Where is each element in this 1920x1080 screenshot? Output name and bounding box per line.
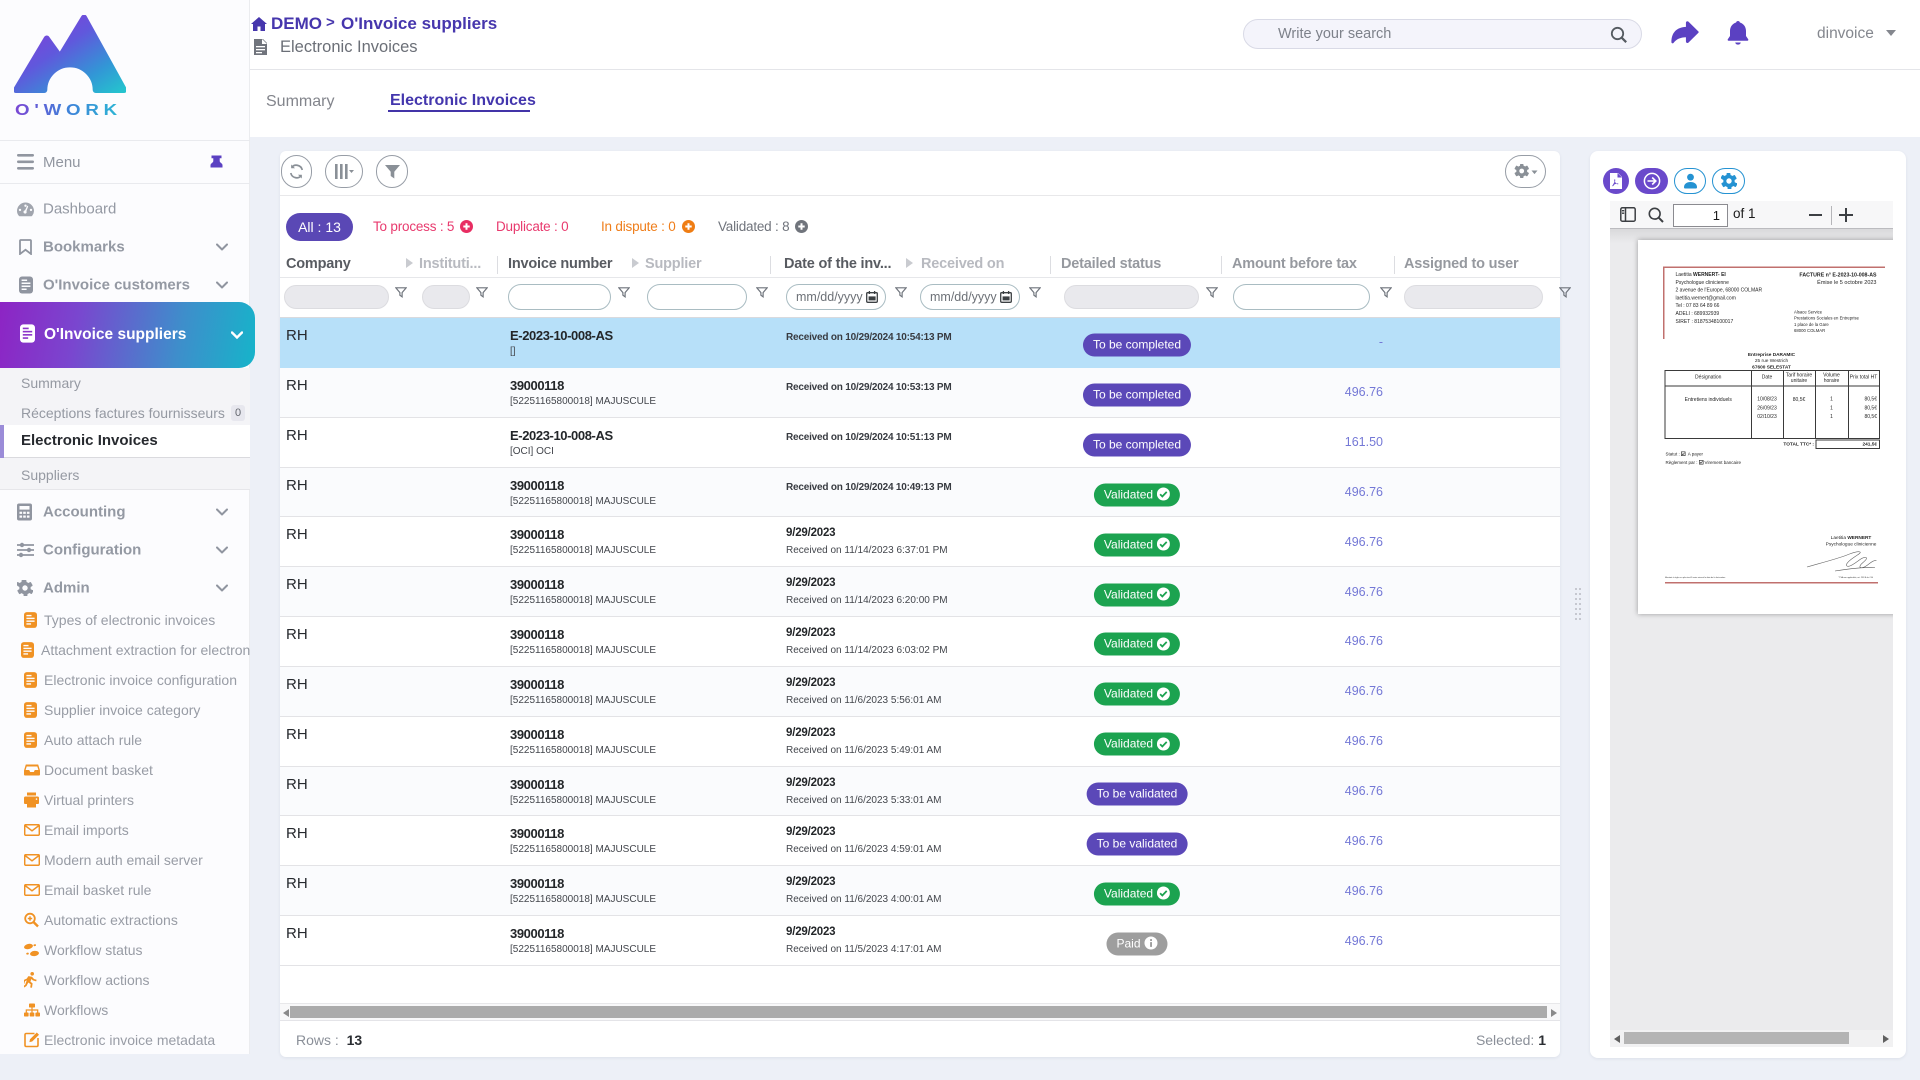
svg-text:O'WORK: O'WORK — [15, 102, 122, 119]
